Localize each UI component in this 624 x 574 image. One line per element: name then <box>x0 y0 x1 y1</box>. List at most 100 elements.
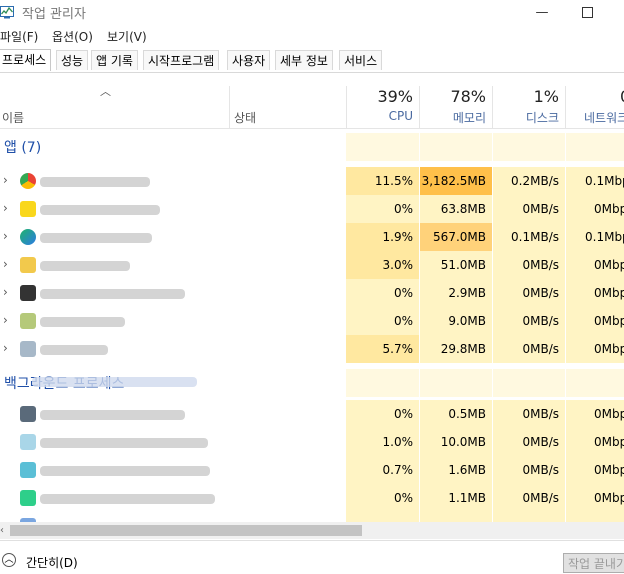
shield-icon <box>20 434 36 450</box>
folder-icon <box>20 257 36 273</box>
cpu-value: 5.7% <box>346 335 419 363</box>
table-row[interactable] <box>0 512 624 522</box>
network-value: 0Mbps <box>566 251 624 279</box>
tab-performance[interactable]: 성능 <box>56 50 89 70</box>
table-row[interactable]: › 1.9% 567.0MB 0.1MB/s 0.1Mbps <box>0 223 624 251</box>
chevron-right-icon[interactable]: › <box>3 201 8 215</box>
disk-percent[interactable]: 1% <box>493 87 559 106</box>
cpu-value: 0.7% <box>346 456 419 484</box>
column-status-header[interactable]: 상태 <box>234 109 256 126</box>
memory-value: 0.5MB <box>420 400 492 428</box>
terminal-icon <box>20 285 36 301</box>
chevron-right-icon[interactable]: › <box>3 285 8 299</box>
process-name-redacted <box>40 177 150 187</box>
process-name-redacted <box>40 205 160 215</box>
disk-value: 0MB/s <box>493 400 565 428</box>
memory-value: 51.0MB <box>420 251 492 279</box>
network-value: 0.1Mbps <box>566 223 624 251</box>
group-row-apps[interactable]: 앱 (7) <box>0 133 624 161</box>
column-name-header[interactable]: 이름 <box>2 109 24 126</box>
process-name-redacted <box>40 233 152 243</box>
disk-value: 0MB/s <box>493 335 565 363</box>
process-name-redacted <box>40 410 185 420</box>
menu-view[interactable]: 보기(V) <box>107 28 147 45</box>
chevron-right-icon[interactable]: › <box>3 257 8 271</box>
disk-value: 0MB/s <box>493 251 565 279</box>
tab-app-history[interactable]: 앱 기록 <box>91 50 138 70</box>
table-row[interactable]: › 5.7% 29.8MB 0MB/s 0Mbps <box>0 335 624 363</box>
maximize-icon <box>581 6 593 18</box>
table-row[interactable]: › 11.5% 3,182.5MB 0.2MB/s 0.1Mbps <box>0 167 624 195</box>
minimize-icon: — <box>535 4 549 20</box>
table-row[interactable]: › 0% 63.8MB 0MB/s 0Mbps <box>0 195 624 223</box>
memory-header[interactable]: 메모리 <box>420 109 486 126</box>
table-row[interactable]: 0% 0.5MB 0MB/s 0Mbps <box>0 400 624 428</box>
edge-icon <box>20 229 36 245</box>
tab-processes[interactable]: 프로세스 <box>0 49 52 71</box>
chevron-right-icon[interactable]: › <box>3 341 8 355</box>
table-row[interactable]: 0% 1.1MB 0MB/s 0Mbps <box>0 484 624 512</box>
chevron-right-icon[interactable]: › <box>3 313 8 327</box>
network-value: 0Mbps <box>566 335 624 363</box>
process-name-redacted <box>40 494 215 504</box>
table-row[interactable]: 0.7% 1.6MB 0MB/s 0Mbps <box>0 456 624 484</box>
cpu-value: 0% <box>346 195 419 223</box>
memory-value: 29.8MB <box>420 335 492 363</box>
fewer-details-link[interactable]: 간단히(D) <box>26 554 78 571</box>
cpu-value: 11.5% <box>346 167 419 195</box>
tab-startup[interactable]: 시작프로그램 <box>143 50 220 70</box>
disk-value: 0MB/s <box>493 307 565 335</box>
chevron-up-icon[interactable]: ︿ <box>2 553 16 567</box>
end-task-button[interactable]: 작업 끝내기 <box>563 553 624 573</box>
tab-bar: 프로세스 성능 앱 기록 시작프로그램 사용자 세부 정보 서비스 <box>0 48 624 73</box>
chevron-right-icon[interactable]: › <box>3 229 8 243</box>
minimize-button[interactable]: — <box>520 0 564 24</box>
memory-value: 3,182.5MB <box>420 167 492 195</box>
disk-header[interactable]: 디스크 <box>493 109 559 126</box>
group-label-redacted <box>32 377 197 387</box>
cpu-value: 0% <box>346 400 419 428</box>
chrome-icon <box>20 173 36 189</box>
maximize-button[interactable] <box>565 0 609 24</box>
scroll-left-icon[interactable]: ‹ <box>0 522 4 539</box>
cpu-header[interactable]: CPU <box>346 109 413 123</box>
menu-bar: 파일(F) 옵션(O) 보기(V) <box>0 26 624 46</box>
disk-value: 0MB/s <box>493 456 565 484</box>
title-bar: 작업 관리자 — <box>0 0 624 26</box>
menu-file[interactable]: 파일(F) <box>0 28 38 45</box>
table-row[interactable]: › 3.0% 51.0MB 0MB/s 0Mbps <box>0 251 624 279</box>
tab-services[interactable]: 서비스 <box>339 50 383 70</box>
tab-details[interactable]: 세부 정보 <box>275 50 333 70</box>
memory-value: 1.6MB <box>420 456 492 484</box>
process-name-redacted <box>40 261 130 271</box>
sort-up-icon: ︿ <box>100 85 111 98</box>
cpu-value: 3.0% <box>346 251 419 279</box>
table-row[interactable]: › 0% 2.9MB 0MB/s 0Mbps <box>0 279 624 307</box>
column-separator <box>229 86 230 128</box>
tab-users[interactable]: 사용자 <box>227 50 271 70</box>
memory-value: 9.0MB <box>420 307 492 335</box>
disk-value: 0.2MB/s <box>493 167 565 195</box>
group-label-apps: 앱 (7) <box>4 140 42 156</box>
window-title: 작업 관리자 <box>22 7 86 22</box>
memory-percent[interactable]: 78% <box>420 87 486 106</box>
table-row[interactable]: › 0% 9.0MB 0MB/s 0Mbps <box>0 307 624 335</box>
menu-options[interactable]: 옵션(O) <box>52 28 93 45</box>
network-header[interactable]: 네트워크 <box>566 109 624 126</box>
cpu-value: 0% <box>346 279 419 307</box>
chevron-right-icon[interactable]: › <box>3 173 8 187</box>
horizontal-scrollbar[interactable]: ‹ <box>0 522 624 539</box>
scrollbar-thumb[interactable] <box>10 525 362 536</box>
memory-value: 10.0MB <box>420 428 492 456</box>
app-icon <box>20 341 36 357</box>
table-row[interactable]: 1.0% 10.0MB 0MB/s 0Mbps <box>0 428 624 456</box>
process-name-redacted <box>40 317 125 327</box>
network-value: 0Mbps <box>566 195 624 223</box>
process-name-redacted <box>40 289 185 299</box>
group-row-background[interactable]: 백그라운드 프로세스 <box>0 369 624 397</box>
disk-value: 0MB/s <box>493 279 565 307</box>
cpu-percent[interactable]: 39% <box>346 87 413 106</box>
task-manager-icon <box>0 6 14 19</box>
network-percent[interactable]: 0% <box>566 87 624 106</box>
process-list: 앱 (7) › 11.5% 3,182.5MB 0.2MB/s 0.1Mbps … <box>0 129 624 522</box>
